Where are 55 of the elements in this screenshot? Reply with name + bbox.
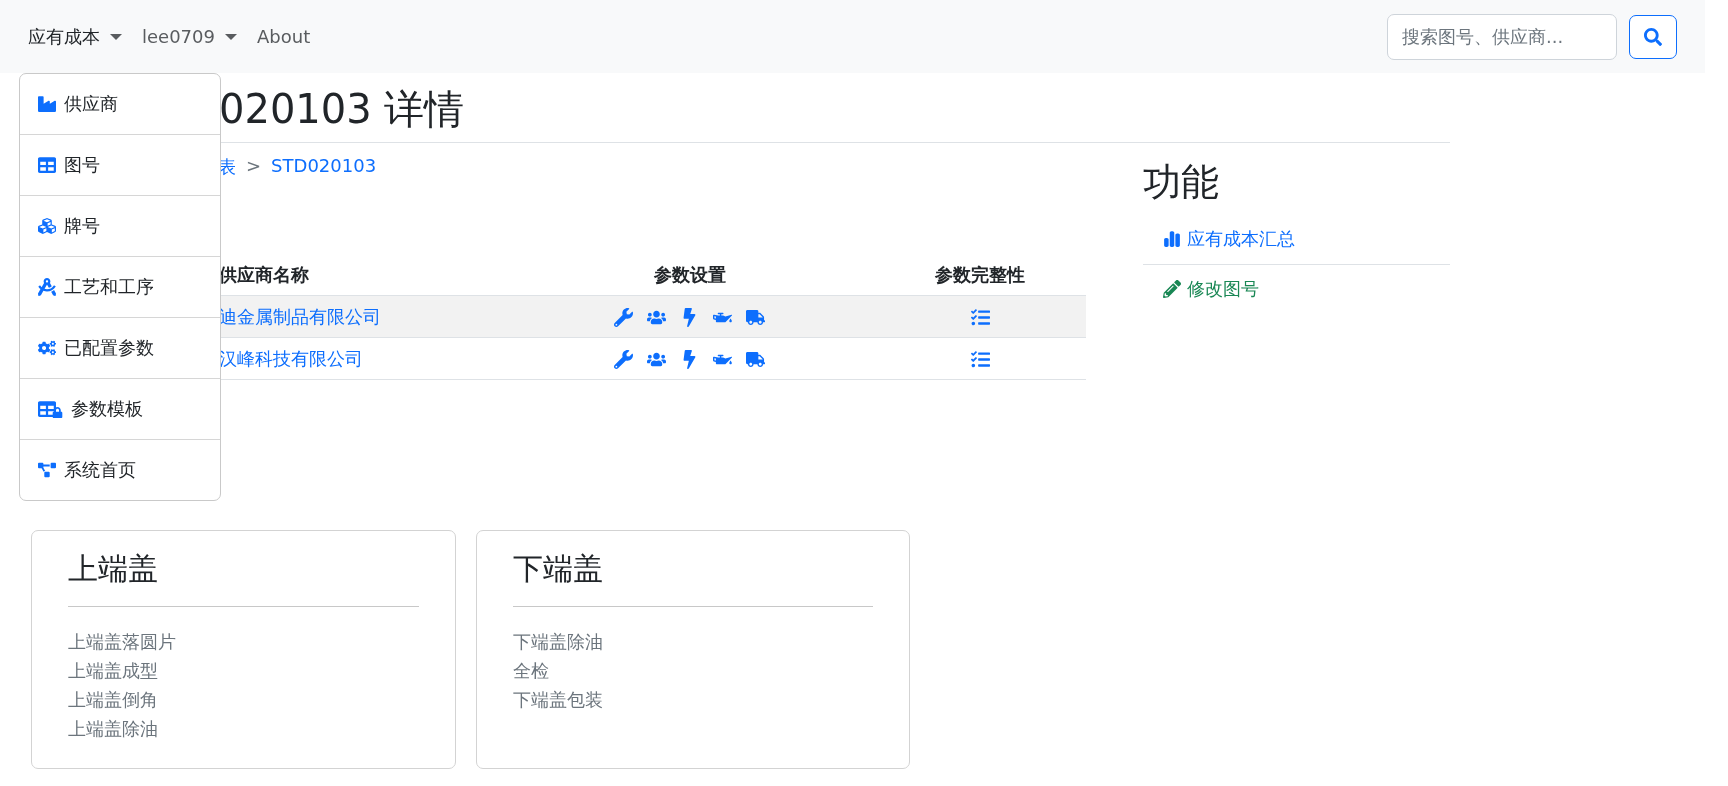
menu-item-label: 牌号 <box>64 213 100 238</box>
page-title: 020103 详情 <box>219 85 466 134</box>
menu-item[interactable]: 工艺和工序 <box>20 256 220 318</box>
menu-item-label: 已配置参数 <box>64 335 154 360</box>
column-header: 参数设置 <box>505 255 875 296</box>
column-header: 参数完整性 <box>874 255 1086 296</box>
search-button[interactable] <box>1629 14 1677 59</box>
factory-icon <box>38 94 56 113</box>
nav-dropdown[interactable]: lee0709 <box>142 26 237 47</box>
nav-dropdown[interactable]: 应有成本 <box>28 24 122 49</box>
function-link[interactable]: 修改图号 <box>1163 277 1259 301</box>
process-step: 上端盖倒角 <box>68 685 419 714</box>
cubes-icon <box>38 216 56 235</box>
menu-item[interactable]: 参数模板 <box>20 378 220 440</box>
nav-link[interactable]: About <box>256 26 311 47</box>
caret-icon <box>110 33 122 40</box>
menu-item[interactable]: 系统首页 <box>20 439 220 500</box>
search-field[interactable]: 搜索图号、供应商... <box>1387 13 1617 60</box>
process-step: 上端盖落圆片 <box>68 627 419 656</box>
menu-item[interactable]: 供应商 <box>20 73 220 135</box>
breadcrumb-link[interactable]: STD020103 <box>271 155 377 179</box>
process-step: 上端盖除油 <box>68 714 419 743</box>
menu-item[interactable]: 已配置参数 <box>20 317 220 379</box>
menu-item-label: 系统首页 <box>64 457 136 482</box>
menu-item-label: 图号 <box>64 152 100 177</box>
pencil-icon <box>1163 280 1181 298</box>
menu-item[interactable]: 图号 <box>20 134 220 196</box>
wrench-icon[interactable] <box>614 308 634 328</box>
table-icon <box>38 155 56 174</box>
menu-item-label: 工艺和工序 <box>64 274 154 299</box>
table-lock-icon <box>38 399 63 418</box>
menu-item-label: 参数模板 <box>71 396 143 421</box>
process-step: 全检 <box>513 656 873 685</box>
checklist-icon[interactable] <box>970 308 990 328</box>
process-step: 下端盖除油 <box>513 627 873 656</box>
diagram-icon <box>38 460 56 479</box>
breadcrumb-separator: > <box>246 155 262 178</box>
gears-icon <box>38 338 56 357</box>
caret-icon <box>224 33 237 40</box>
process-step: 上端盖成型 <box>68 656 419 685</box>
truck-icon[interactable] <box>746 308 766 328</box>
card-title: 上端盖 <box>68 550 159 588</box>
menu-item[interactable]: 牌号 <box>20 195 220 257</box>
truck-icon[interactable] <box>746 350 766 370</box>
card-title: 下端盖 <box>513 550 604 588</box>
wrench-icon[interactable] <box>614 350 634 370</box>
function-link[interactable]: 应有成本汇总 <box>1163 227 1295 251</box>
checklist-icon[interactable] <box>970 350 990 370</box>
search-icon <box>1644 27 1662 46</box>
bar-chart-icon <box>1163 230 1181 248</box>
supplier-link[interactable]: 迪金属制品有限公司 <box>219 305 381 327</box>
section-title: 功能 <box>1143 159 1220 206</box>
menu-item-label: 供应商 <box>64 91 118 116</box>
process-step: 下端盖包装 <box>513 685 873 714</box>
drafting-compass-icon <box>38 277 56 296</box>
